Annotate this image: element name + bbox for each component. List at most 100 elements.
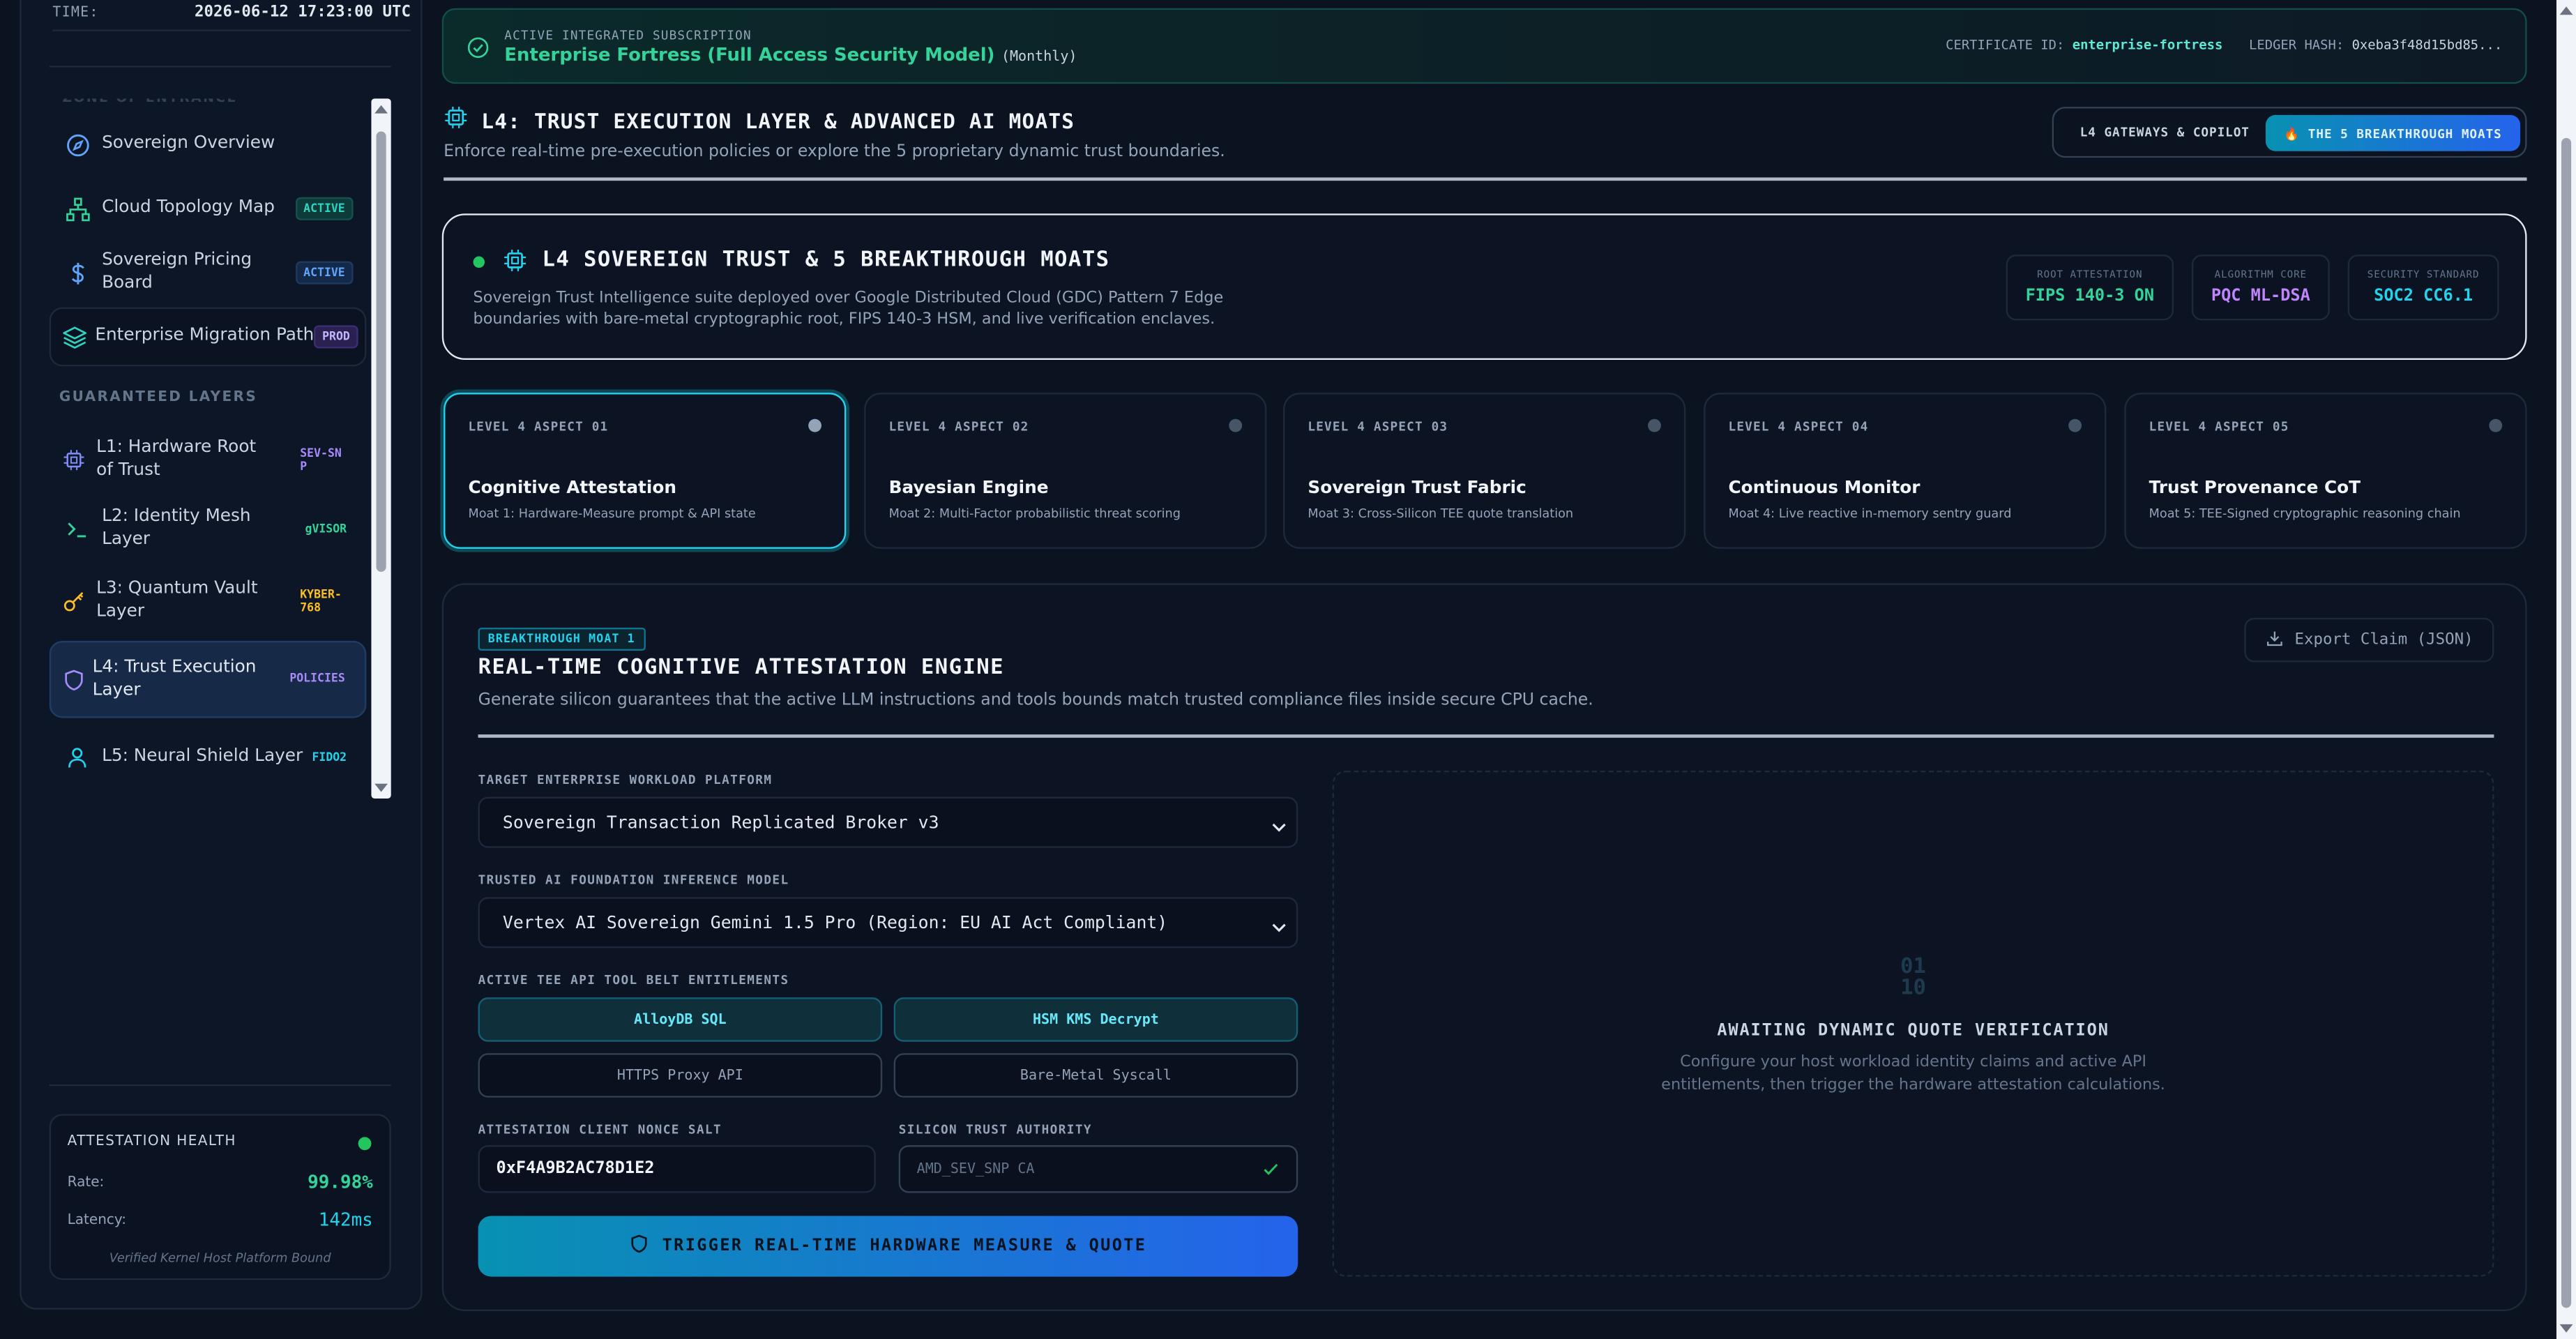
cert-value: enterprise-fortress [2072, 38, 2223, 53]
header-divider [444, 177, 2527, 181]
tool-hsm-kms-decrypt[interactable]: HSM KMS Decrypt [893, 997, 1298, 1042]
metric-value: PQC ML-DSA [2211, 287, 2310, 306]
subscription-kicker: ACTIVE INTEGRATED SUBSCRIPTION [504, 28, 752, 43]
authority-input[interactable]: AMD_SEV_SNP CA [898, 1145, 1298, 1193]
sidebar-item-l4[interactable]: L4: Trust Execution Layer POLICIES [49, 640, 367, 718]
status-badge: ACTIVE [295, 197, 354, 221]
metric-algorithm-core: ALGORITHM CORE PQC ML-DSA [2191, 255, 2330, 321]
tool-https-proxy-api[interactable]: HTTPS Proxy API [478, 1053, 883, 1098]
sidebar-item-label: Cloud Topology Map [102, 197, 275, 218]
nonce-label: ATTESTATION CLIENT NONCE SALT [478, 1122, 722, 1137]
metric-key: SECURITY STANDARD [2367, 269, 2480, 281]
scroll-thumb[interactable] [2561, 137, 2572, 1308]
aspect-title: Trust Provenance CoT [2149, 478, 2361, 498]
download-icon [2265, 628, 2283, 651]
sidebar-item-migration[interactable]: Enterprise Migration Path PROD [49, 307, 367, 367]
panel-subtitle: Generate silicon guarantees that the act… [478, 691, 1593, 710]
aspect-subtitle: Moat 5: TEE-Signed cryptographic reasoni… [2149, 506, 2461, 521]
aspect-kicker: LEVEL 4 ASPECT 02 [888, 418, 1029, 434]
aspect-card-bayesian-engine[interactable]: LEVEL 4 ASPECT 02 Bayesian Engine Moat 2… [864, 393, 1267, 549]
sidebar-item-l5[interactable]: L5: Neural Shield Layer FIDO2 [50, 728, 367, 787]
aspect-kicker: LEVEL 4 ASPECT 04 [1728, 418, 1869, 434]
metric-key: ALGORITHM CORE [2214, 269, 2308, 281]
system-time: TIME: 2026-06-12 17:23:00 UTC [52, 0, 411, 31]
aspect-card-sovereign-trust-fabric[interactable]: LEVEL 4 ASPECT 03 Sovereign Trust Fabric… [1283, 393, 1686, 549]
hero-card: L4 SOVEREIGN TRUST & 5 BREAKTHROUGH MOAT… [441, 213, 2527, 360]
scroll-thumb[interactable] [376, 131, 386, 572]
metric-value: FIPS 140-3 ON [2025, 287, 2155, 306]
authority-label: SILICON TRUST AUTHORITY [898, 1122, 1092, 1137]
scroll-down-arrow-icon[interactable] [2559, 1324, 2573, 1333]
trigger-measure-quote-button[interactable]: TRIGGER REAL-TIME HARDWARE MEASURE & QUO… [478, 1216, 1298, 1277]
sidebar-item-label: Enterprise Migration Path [95, 325, 315, 346]
awaiting-description: Configure your host workload identity cl… [1661, 1053, 2165, 1094]
trigger-label: TRIGGER REAL-TIME HARDWARE MEASURE & QUO… [662, 1237, 1147, 1255]
status-badge: PROD [314, 325, 358, 349]
page-scrollbar[interactable] [2556, 0, 2576, 1339]
scroll-up-arrow-icon[interactable] [2559, 6, 2573, 15]
sidebar-item-label: L5: Neural Shield Layer [102, 746, 303, 766]
sidebar-item-topology[interactable]: Cloud Topology Map ACTIVE [50, 179, 367, 239]
sidebar-divider [49, 1084, 391, 1087]
layer-badge: KYBER-768 [300, 587, 342, 615]
subscription-title: Enterprise Fortress (Full Access Securit… [504, 45, 1077, 66]
sidebar-scrollbar[interactable] [371, 98, 391, 799]
binary-row-2: 10 [1900, 976, 1927, 1001]
key-icon [52, 590, 96, 613]
sidebar-item-overview[interactable]: Sovereign Overview [50, 115, 367, 174]
platform-select[interactable]: Sovereign Transaction Replicated Broker … [478, 796, 1298, 848]
dollar-icon [52, 260, 102, 285]
quote-verification-placeholder: 01 10 AWAITING DYNAMIC QUOTE VERIFICATIO… [1332, 770, 2494, 1277]
check-circle-icon [467, 34, 490, 66]
layers-icon [54, 324, 96, 349]
page-subtitle: Enforce real-time pre-execution policies… [444, 142, 1225, 161]
scroll-down-arrow-icon[interactable] [374, 783, 388, 792]
aspect-card-trust-provenance[interactable]: LEVEL 4 ASPECT 05 Trust Provenance CoT M… [2124, 393, 2527, 549]
page-header: L4: TRUST EXECUTION LAYER & ADVANCED AI … [444, 105, 1225, 161]
sidebar-item-l1[interactable]: L1: Hardware Root of Trust SEV-SNP [50, 428, 367, 493]
aspect-card-cognitive-attestation[interactable]: LEVEL 4 ASPECT 01 Cognitive Attestation … [444, 393, 847, 549]
sidebar-item-label: Sovereign Overview [102, 133, 275, 153]
export-claim-button[interactable]: Export Claim (JSON) [2244, 617, 2494, 663]
aspect-subtitle: Moat 3: Cross-Silicon TEE quote translat… [1308, 506, 1574, 521]
binary-icon: 01 10 [1334, 956, 2492, 999]
aspect-status-dot [1229, 418, 1243, 432]
scroll-up-arrow-icon[interactable] [374, 105, 388, 114]
sidebar-item-label: Sovereign Pricing Board [102, 250, 252, 293]
aspect-kicker: LEVEL 4 ASPECT 05 [2149, 418, 2289, 434]
time-value: 2026-06-12 17:23:00 UTC [195, 3, 411, 22]
nonce-input[interactable]: 0xF4A9B2AC78D1E2 [478, 1145, 876, 1193]
sidebar-item-l2[interactable]: L2: Identity Mesh Layer gVISOR [50, 499, 367, 559]
cpu-icon [52, 448, 96, 471]
aspect-card-continuous-monitor[interactable]: LEVEL 4 ASPECT 04 Continuous Monitor Moa… [1704, 393, 2107, 549]
time-label: TIME: [52, 3, 99, 21]
sidebar-item-l3[interactable]: L3: Quantum Vault Layer KYBER-768 [50, 568, 367, 634]
latency-label: Latency: [67, 1211, 127, 1229]
tool-alloydb-sql[interactable]: AlloyDB SQL [478, 997, 883, 1042]
attestation-engine-panel: BREAKTHROUGH MOAT 1 REAL-TIME COGNITIVE … [441, 583, 2527, 1312]
model-select[interactable]: Vertex AI Sovereign Gemini 1.5 Pro (Regi… [478, 897, 1298, 948]
sidebar-divider [49, 66, 391, 68]
aspect-status-dot [808, 418, 821, 432]
metric-root-attestation: ROOT ATTESTATION FIPS 140-3 ON [2006, 255, 2174, 321]
terminal-icon [52, 517, 102, 540]
export-label: Export Claim (JSON) [2294, 630, 2473, 649]
tab-breakthrough-moats[interactable]: 🔥 THE 5 BREAKTHROUGH MOATS [2265, 114, 2521, 151]
tab-gateways-copilot[interactable]: L4 GATEWAYS & COPILOT [2080, 125, 2250, 139]
network-icon [52, 197, 102, 221]
rate-label: Rate: [67, 1174, 105, 1190]
moat-tag: BREAKTHROUGH MOAT 1 [478, 627, 645, 651]
aspect-subtitle: Moat 2: Multi-Factor probabilistic threa… [888, 506, 1181, 521]
sidebar-item-label: L3: Quantum Vault Layer [96, 579, 258, 621]
metric-security-standard: SECURITY STANDARD SOC2 CC6.1 [2347, 255, 2499, 321]
subscription-banner: ACTIVE INTEGRATED SUBSCRIPTION Enterpris… [441, 8, 2527, 84]
page-title-text: L4: TRUST EXECUTION LAYER & ADVANCED AI … [481, 107, 1075, 133]
platform-label: TARGET ENTERPRISE WORKLOAD PLATFORM [478, 772, 773, 787]
sidebar-item-pricing[interactable]: Sovereign Pricing Board ACTIVE [50, 243, 367, 303]
layer-badge: POLICIES [289, 672, 345, 686]
metric-key: ROOT ATTESTATION [2037, 269, 2143, 281]
metric-value: SOC2 CC6.1 [2374, 287, 2473, 306]
binary-row-1: 01 [1900, 954, 1927, 980]
tool-bare-metal-syscall[interactable]: Bare-Metal Syscall [893, 1053, 1298, 1098]
ledger-value: 0xeba3f48d15bd85... [2351, 38, 2503, 53]
